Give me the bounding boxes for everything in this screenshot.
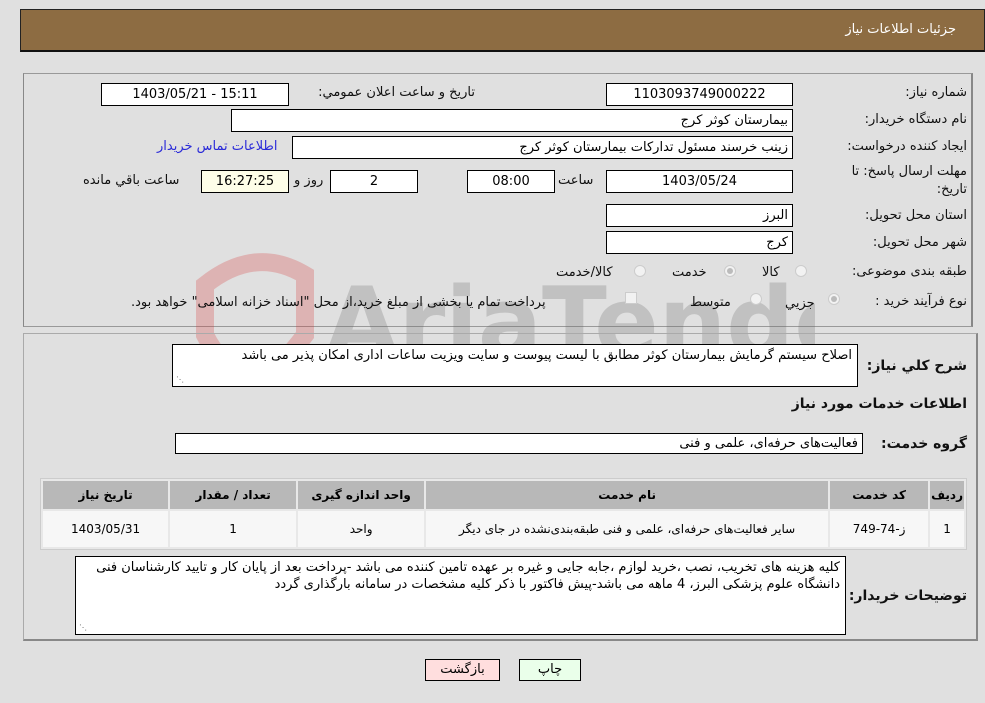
service-group-label: گروه خدمت: xyxy=(881,436,967,452)
buyer-notes-textarea[interactable]: کلیه هزینه های تخریب، نصب ،خرید لوازم ،ج… xyxy=(75,556,846,635)
treasury-checkbox[interactable] xyxy=(625,292,637,304)
category-option-service: خدمت xyxy=(672,265,707,280)
announce-datetime-label: تاریخ و ساعت اعلان عمومي: xyxy=(318,85,475,100)
resize-grip-icon[interactable]: ⋰ xyxy=(79,624,87,632)
col-header-unit: واحد اندازه گیری xyxy=(298,481,425,509)
buyer-notes-label: توضیحات خریدار: xyxy=(848,588,967,604)
remaining-time-field: 16:27:25 xyxy=(201,170,289,193)
services-section-title: اطلاعات خدمات مورد نیاز xyxy=(791,396,967,412)
cell-row-number: 1 xyxy=(930,511,964,547)
deadline-time-label: ساعت xyxy=(558,173,594,188)
print-button[interactable]: چاپ xyxy=(519,659,581,681)
process-option-medium: متوسط xyxy=(690,295,731,310)
description-label: شرح کلي نیاز: xyxy=(866,358,967,374)
cell-service-name: سایر فعالیت‌های حرفه‌ای، علمی و فنی طبقه… xyxy=(426,511,829,547)
city-label: شهر محل تحویل: xyxy=(872,235,967,250)
description-textarea[interactable]: اصلاح سیستم گرمایش بیمارستان کوثر مطابق … xyxy=(172,344,858,387)
requester-field[interactable]: زینب خرسند مسئول تداركات بیمارستان کوثر … xyxy=(292,136,793,159)
cell-quantity: 1 xyxy=(170,511,297,547)
service-group-field[interactable]: فعالیت‌های حرفه‌ای، علمی و فنی xyxy=(175,433,863,454)
announce-datetime-field[interactable]: 1403/05/21 - 15:11 xyxy=(101,83,289,106)
deadline-date-field[interactable]: 1403/05/24 xyxy=(606,170,793,193)
col-header-row-number: ردیف xyxy=(930,481,964,509)
page-title: جزئیات اطلاعات نیاز xyxy=(845,22,956,37)
cell-need-date: 1403/05/31 xyxy=(43,511,169,547)
process-option-minor: جزيي xyxy=(785,296,815,311)
col-header-quantity: تعداد / مقدار xyxy=(170,481,297,509)
province-label: استان محل تحویل: xyxy=(865,208,967,223)
process-label: نوع فرآیند خرید : xyxy=(875,294,967,309)
buyer-notes-text: کلیه هزینه های تخریب، نصب ،خرید لوازم ،ج… xyxy=(96,560,840,592)
need-number-label: شماره نیاز: xyxy=(905,85,967,100)
deadline-label-line2: تاریخ: xyxy=(936,182,967,197)
category-radio-service[interactable] xyxy=(724,265,736,277)
category-radio-goods-service[interactable] xyxy=(634,265,646,277)
process-radio-minor[interactable] xyxy=(828,293,840,305)
need-number-field[interactable]: 1103093749000222 xyxy=(606,83,793,106)
resize-grip-icon[interactable]: ⋰ xyxy=(176,376,184,384)
category-label: طبقه بندی موضوعی: xyxy=(851,264,967,279)
province-field[interactable]: البرز xyxy=(606,204,793,227)
col-header-service-code: کد خدمت xyxy=(830,481,929,509)
requester-label: ایجاد کننده درخواست: xyxy=(847,139,967,154)
table-row: 1 ز-74-749 سایر فعالیت‌های حرفه‌ای، علمی… xyxy=(43,511,964,547)
services-table: ردیف کد خدمت نام خدمت واحد اندازه گیری ت… xyxy=(40,478,967,550)
remaining-days-field[interactable]: 2 xyxy=(330,170,418,193)
table-header-row: ردیف کد خدمت نام خدمت واحد اندازه گیری ت… xyxy=(43,481,964,509)
treasury-note: پرداخت تمام یا بخشی از مبلغ خرید،از محل … xyxy=(131,295,546,310)
buyer-contact-link[interactable]: اطلاعات تماس خریدار xyxy=(157,139,277,154)
remaining-time-label: ساعت باقي مانده xyxy=(83,173,180,188)
days-label: روز و xyxy=(294,173,324,188)
deadline-time-field[interactable]: 08:00 xyxy=(467,170,555,193)
back-button[interactable]: بازگشت xyxy=(425,659,500,681)
category-option-goods-service: کالا/خدمت xyxy=(556,265,613,280)
process-radio-medium[interactable] xyxy=(750,293,762,305)
description-text: اصلاح سیستم گرمایش بیمارستان کوثر مطابق … xyxy=(241,348,852,363)
buyer-org-field[interactable]: بیمارستان کوثر کرج xyxy=(231,109,793,132)
cell-unit: واحد xyxy=(298,511,425,547)
buyer-org-label: نام دستگاه خریدار: xyxy=(864,112,967,127)
col-header-need-date: تاریخ نیاز xyxy=(43,481,169,509)
col-header-service-name: نام خدمت xyxy=(426,481,829,509)
cell-service-code: ز-74-749 xyxy=(830,511,929,547)
deadline-label-line1: مهلت ارسال پاسخ: تا xyxy=(851,164,967,179)
city-field[interactable]: کرج xyxy=(606,231,793,254)
category-radio-goods[interactable] xyxy=(795,265,807,277)
page-header: جزئیات اطلاعات نیاز xyxy=(20,9,985,52)
category-option-goods: کالا xyxy=(762,265,780,280)
